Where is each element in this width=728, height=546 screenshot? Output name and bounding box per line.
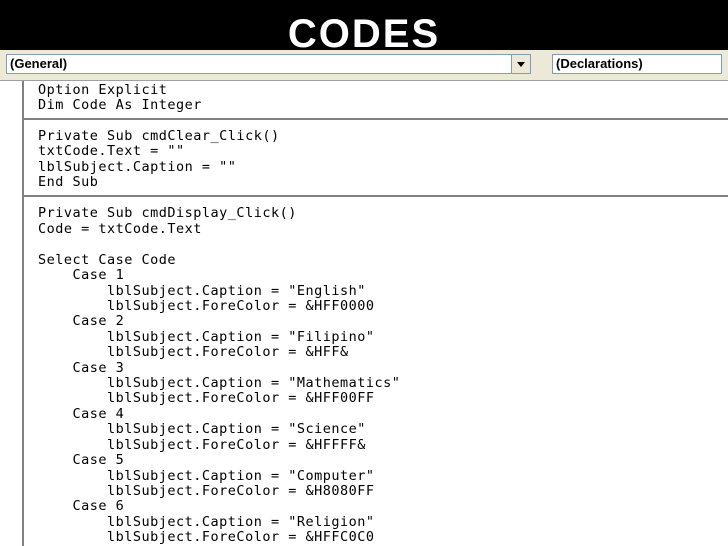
- code-window: (General) (Declarations) Option Explicit…: [0, 50, 728, 546]
- code-line: lblSubject.Caption = "": [38, 159, 237, 175]
- code-line: lblSubject.Caption = "Religion": [38, 514, 375, 530]
- code-line: Private Sub cmdDisplay_Click(): [38, 205, 297, 221]
- code-line: txtCode.Text = "": [38, 143, 185, 159]
- code-line: Case 6: [38, 498, 125, 514]
- code-line: Dim Code As Integer: [38, 97, 202, 113]
- procedure-dropdown-value: (Declarations): [556, 56, 643, 71]
- page-title: CODES: [287, 12, 441, 56]
- code-line: lblSubject.Caption = "English": [38, 283, 366, 299]
- code-window-toolbar: (General) (Declarations): [0, 50, 728, 81]
- code-line: Case 5: [38, 452, 125, 468]
- code-line: lblSubject.ForeColor = &HFF00FF: [38, 390, 375, 406]
- code-line: lblSubject.Caption = "Filipino": [38, 329, 375, 345]
- code-margin: [0, 81, 24, 546]
- code-line: End Sub: [38, 174, 99, 190]
- code-line: lblSubject.ForeColor = &HFFC0C0: [38, 529, 375, 545]
- code-line: Case 1: [38, 267, 125, 283]
- code-line: Option Explicit: [38, 82, 168, 98]
- code-line: lblSubject.ForeColor = &H8080FF: [38, 483, 375, 499]
- object-dropdown[interactable]: (General): [6, 54, 512, 74]
- code-line: lblSubject.ForeColor = &HFFFF&: [38, 437, 366, 453]
- code-line: Private Sub cmdClear_Click(): [38, 128, 280, 144]
- code-line: lblSubject.ForeColor = &HFF0000: [38, 298, 375, 314]
- code-line: lblSubject.Caption = "Science": [38, 421, 366, 437]
- code-line: lblSubject.Caption = "Mathematics": [38, 375, 401, 391]
- code-line: Code = txtCode.Text: [38, 221, 202, 237]
- object-dropdown-value: (General): [10, 56, 68, 71]
- code-line: Case 3: [38, 360, 125, 376]
- code-line: Case 4: [38, 406, 125, 422]
- code-line: lblSubject.Caption = "Computer": [38, 468, 375, 484]
- code-editor[interactable]: Option Explicit Dim Code As Integer Priv…: [38, 81, 728, 546]
- procedure-dropdown[interactable]: (Declarations): [552, 54, 722, 74]
- chevron-down-icon: [517, 62, 525, 67]
- code-line: Select Case Code: [38, 252, 177, 268]
- code-line: lblSubject.ForeColor = &HFF&: [38, 344, 349, 360]
- object-dropdown-button[interactable]: [511, 54, 531, 74]
- code-line: Case 2: [38, 313, 125, 329]
